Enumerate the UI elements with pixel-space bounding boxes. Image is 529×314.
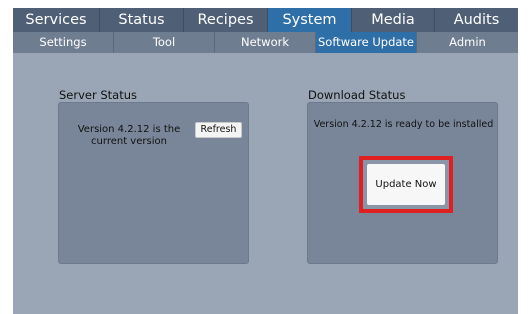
sub-tab-bar: Settings Tool Network Software Update Ad… (13, 32, 518, 53)
main-tab-bar: Services Status Recipes System Media Aud… (13, 8, 518, 32)
server-version-text: Version 4.2.12 is the current version (77, 124, 181, 147)
server-status-title: Server Status (59, 88, 138, 102)
tab-system[interactable]: System (268, 8, 352, 32)
subtab-software-update[interactable]: Software Update (316, 32, 417, 53)
subtab-settings[interactable]: Settings (13, 32, 114, 53)
download-status-panel: Version 4.2.12 is ready to be installed … (307, 102, 498, 264)
app-screen: Services Status Recipes System Media Aud… (13, 8, 518, 314)
tab-services[interactable]: Services (13, 8, 100, 32)
subtab-admin[interactable]: Admin (417, 32, 518, 53)
tab-audits[interactable]: Audits (435, 8, 518, 32)
subtab-tool[interactable]: Tool (114, 32, 215, 53)
refresh-button[interactable]: Refresh (195, 122, 242, 138)
server-status-panel: Version 4.2.12 is the current version Re… (58, 102, 249, 264)
update-now-button[interactable]: Update Now (367, 164, 445, 205)
download-status-title: Download Status (308, 88, 406, 102)
update-now-highlight: Update Now (359, 156, 453, 213)
subtab-network[interactable]: Network (215, 32, 316, 53)
tab-recipes[interactable]: Recipes (184, 8, 268, 32)
tab-media[interactable]: Media (352, 8, 435, 32)
tab-status[interactable]: Status (100, 8, 184, 32)
download-version-text: Version 4.2.12 is ready to be installed (313, 119, 494, 130)
